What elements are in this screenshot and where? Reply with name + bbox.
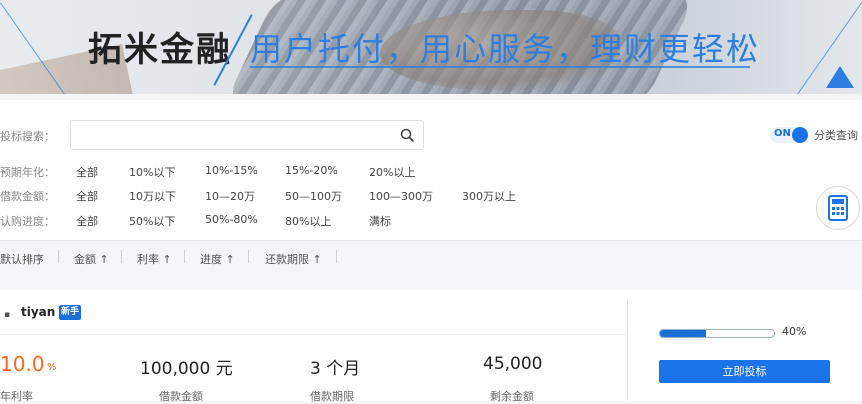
card-divider — [0, 334, 626, 335]
user-bullet-icon: ▪ — [4, 310, 11, 320]
filter-amount-under10w[interactable]: 10万以下 — [129, 188, 176, 204]
newbie-badge: 新手 — [59, 305, 81, 320]
invest-now-button[interactable]: 立即投标 — [659, 360, 830, 383]
loan-card — [0, 290, 862, 401]
funding-progress-fill — [660, 330, 706, 337]
filter-progress-full[interactable]: 满标 — [369, 213, 391, 229]
classify-toggle[interactable]: ON — [770, 127, 808, 143]
filter-amount-50-100w[interactable]: 50—100万 — [285, 188, 342, 204]
filter-amount-100-300w[interactable]: 100—300万 — [369, 188, 433, 204]
sort-separator — [121, 250, 122, 263]
filter-rate-all[interactable]: 全部 — [76, 164, 98, 180]
filter-amount-10-20w[interactable]: 10—20万 — [205, 188, 255, 204]
filter-amount-over300w[interactable]: 300万以上 — [462, 188, 516, 204]
filter-label-progress: 认购进度： — [0, 215, 55, 228]
sort-rate[interactable]: 利率 ↑ — [137, 251, 172, 267]
filter-label-amount: 借款金额： — [0, 190, 55, 203]
borrower-name[interactable]: tiyan — [21, 305, 55, 319]
calculator-icon — [828, 195, 848, 221]
filter-progress-all[interactable]: 全部 — [76, 213, 98, 229]
funding-progress-text: 40% — [782, 325, 807, 338]
funding-progress-bar — [659, 329, 775, 338]
filter-rate-under10[interactable]: 10%以下 — [129, 164, 175, 180]
top-banner: 拓米金融 用户托付，用心服务，理财更轻松 — [0, 0, 862, 94]
filter-progress-over80[interactable]: 80%以上 — [285, 213, 331, 229]
annual-rate-value: 10.0 — [0, 352, 45, 376]
remaining-amount-value: 45,000 — [483, 354, 543, 374]
toggle-state: ON — [774, 128, 791, 139]
banner-underline — [250, 66, 750, 68]
search-icon[interactable] — [399, 127, 415, 143]
filter-amount-all[interactable]: 全部 — [76, 188, 98, 204]
filter-rate-10-15[interactable]: 10%-15% — [205, 164, 258, 177]
annual-rate-unit: % — [47, 362, 57, 373]
filter-rate-15-20[interactable]: 15%-20% — [285, 164, 338, 177]
toggle-knob — [792, 127, 808, 143]
filter-label-rate: 预期年化： — [0, 166, 55, 179]
banner-slogan: 用户托付，用心服务，理财更轻松 — [250, 30, 761, 68]
toggle-label: 分类查询 — [814, 129, 858, 142]
loan-amount-label: 借款金额 — [159, 390, 203, 403]
brand-logo: 拓米金融 — [88, 30, 232, 70]
filter-progress-under50[interactable]: 50%以下 — [129, 213, 175, 229]
sort-separator — [184, 250, 185, 263]
loan-amount-value: 100,000 元 — [140, 359, 233, 379]
banner-triangle — [826, 66, 854, 88]
calculator-button[interactable] — [816, 186, 860, 230]
sort-separator — [336, 250, 337, 263]
sort-bar: 默认排序 金额 ↑ 利率 ↑ 进度 ↑ 还款期限 ↑ — [0, 240, 862, 273]
filter-progress-50-80[interactable]: 50%-80% — [205, 213, 258, 226]
search-label: 投标搜索： — [0, 130, 55, 143]
loan-term-value: 3 个月 — [310, 359, 361, 379]
search-input[interactable] — [70, 120, 424, 150]
sort-progress[interactable]: 进度 ↑ — [200, 251, 235, 267]
sort-default[interactable]: 默认排序 — [0, 251, 44, 267]
sort-separator — [248, 250, 249, 263]
sort-separator — [58, 250, 59, 263]
remaining-amount-label: 剩余金额 — [490, 390, 534, 403]
filter-rate-over20[interactable]: 20%以上 — [369, 164, 415, 180]
annual-rate-label: 年利率 — [0, 390, 33, 403]
sort-amount[interactable]: 金额 ↑ — [74, 251, 109, 267]
card-divider-vertical — [627, 300, 628, 401]
loan-term-label: 借款期限 — [310, 390, 354, 403]
sort-term[interactable]: 还款期限 ↑ — [265, 251, 322, 267]
